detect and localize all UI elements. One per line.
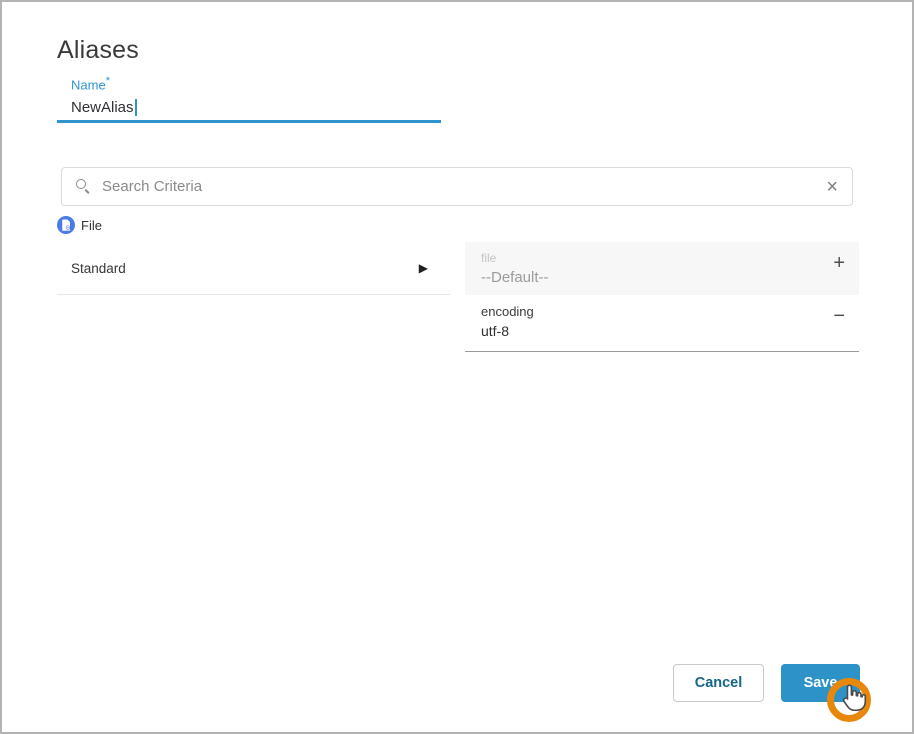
clear-search-icon[interactable]: × [824,177,840,197]
tree-item-standard[interactable]: Standard ▶ [57,242,450,295]
file-icon [57,216,75,234]
tree-item-label: Standard [71,260,126,276]
text-caret [134,98,137,116]
aliases-dialog: Aliases Name* NewAlias × File Standard ▶… [0,0,914,734]
dialog-footer: Cancel Save [2,664,860,702]
criteria-field-encoding[interactable]: encoding utf-8 − [465,295,859,352]
criteria-fields-panel: file --Default-- + encoding utf-8 − [465,242,859,352]
required-marker: * [105,75,110,87]
criteria-field-file[interactable]: file --Default-- + [465,242,859,295]
field-value: utf-8 [481,323,510,339]
chevron-right-icon[interactable]: ▶ [419,262,428,274]
name-input-value: NewAlias [71,98,134,116]
save-button[interactable]: Save [781,664,860,702]
name-input-underline [57,120,441,123]
add-icon[interactable]: + [833,251,845,273]
search-criteria-box[interactable]: × [61,167,853,206]
field-label: file [481,251,497,265]
cancel-button[interactable]: Cancel [673,664,764,702]
search-icon [76,179,91,194]
name-input[interactable]: NewAlias [71,97,137,117]
page-title: Aliases [57,36,139,64]
field-value: --Default-- [481,269,549,286]
field-label: encoding [481,304,534,319]
search-input[interactable] [102,178,825,195]
criteria-type-chip: File [57,216,102,234]
name-field-label: Name* [71,75,110,93]
remove-icon[interactable]: − [833,304,845,326]
criteria-type-label: File [81,217,102,233]
